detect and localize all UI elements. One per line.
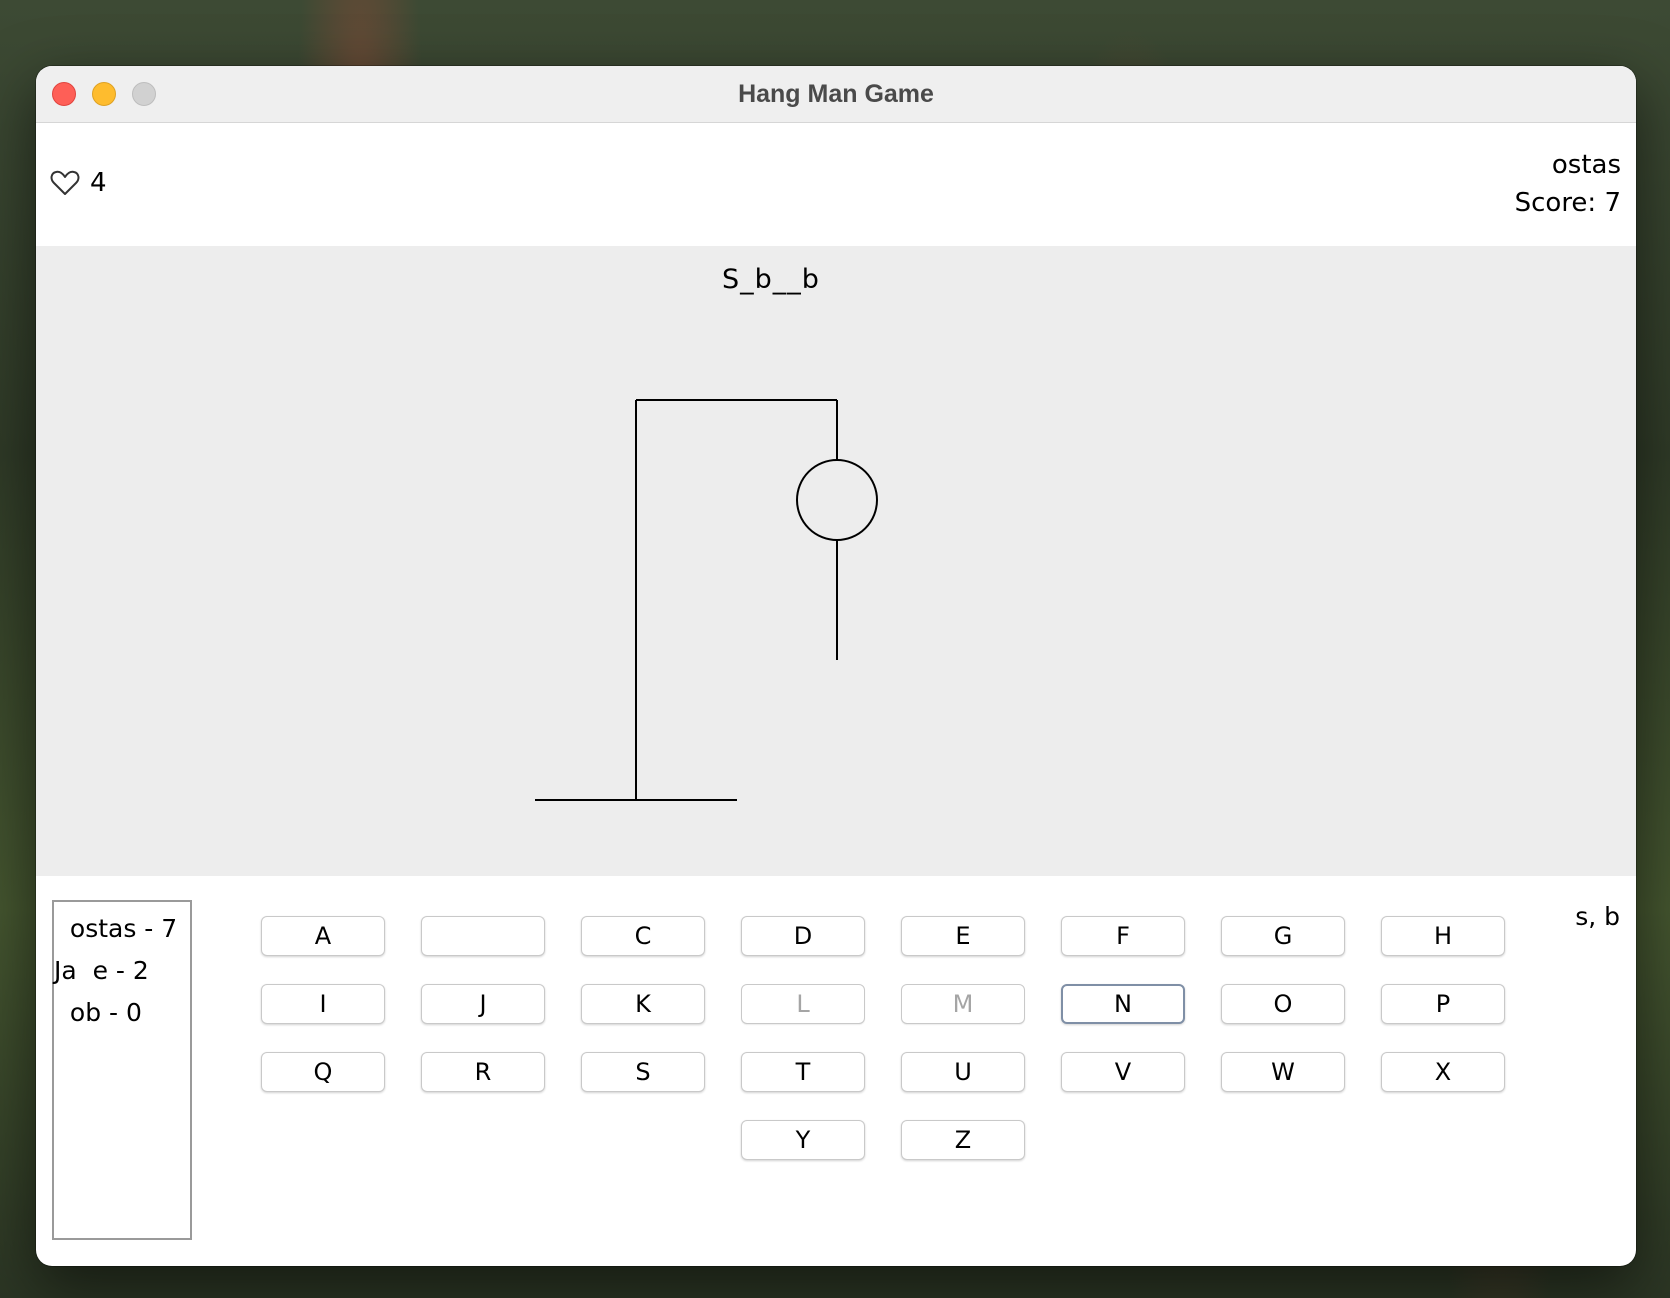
letter-button-x[interactable]: X [1381,1052,1505,1092]
score-label: Score: 7 [1514,188,1621,218]
letter-button-v[interactable]: V [1061,1052,1185,1092]
leaderboard-entry: ostas - 7 [54,914,178,943]
letter-button-e[interactable]: E [901,916,1025,956]
letter-button-w[interactable]: W [1221,1052,1345,1092]
letter-button-c[interactable]: C [581,916,705,956]
heart-outline-icon [50,170,80,195]
letter-button-z[interactable]: Z [901,1120,1025,1160]
player-info: ostas Score: 7 [1515,146,1621,222]
player-name: ostas [1551,150,1621,180]
letter-button-o[interactable]: O [1221,984,1345,1024]
app-window: Hang Man Game 4 ostas Score: 7 S_b__b os… [36,66,1636,1266]
lives-count: 4 [90,168,107,198]
title-bar: Hang Man Game [36,66,1636,123]
letter-button-p[interactable]: P [1381,984,1505,1024]
letter-button-q[interactable]: Q [261,1052,385,1092]
letter-button-y[interactable]: Y [741,1120,865,1160]
letter-button-d[interactable]: D [741,916,865,956]
letter-button-blank[interactable] [421,916,545,956]
letter-button-j[interactable]: J [421,984,545,1024]
guessed-letters: s, b [1575,902,1620,931]
letter-button-f[interactable]: F [1061,916,1185,956]
letter-button-h[interactable]: H [1381,916,1505,956]
hangman-canvas: S_b__b [36,246,1636,876]
letter-button-g[interactable]: G [1221,916,1345,956]
letter-button-l[interactable]: L [741,984,865,1024]
window-title: Hang Man Game [738,80,934,108]
letter-button-n[interactable]: N [1061,984,1185,1024]
letter-button-i[interactable]: I [261,984,385,1024]
leaderboard-entry: Ja e - 2 [54,956,149,985]
lives-indicator: 4 [50,168,107,198]
letter-button-u[interactable]: U [901,1052,1025,1092]
gallows-drawing [535,399,878,801]
letter-button-s[interactable]: S [581,1052,705,1092]
leaderboard-entry: ob - 0 [54,998,142,1027]
letter-button-k[interactable]: K [581,984,705,1024]
letter-button-r[interactable]: R [421,1052,545,1092]
leaderboard-list[interactable]: ostas - 7 Ja e - 2 ob - 0 [52,900,192,1240]
letter-button-m[interactable]: M [901,984,1025,1024]
letter-button-t[interactable]: T [741,1052,865,1092]
hangman-head [796,459,878,541]
letter-button-a[interactable]: A [261,916,385,956]
